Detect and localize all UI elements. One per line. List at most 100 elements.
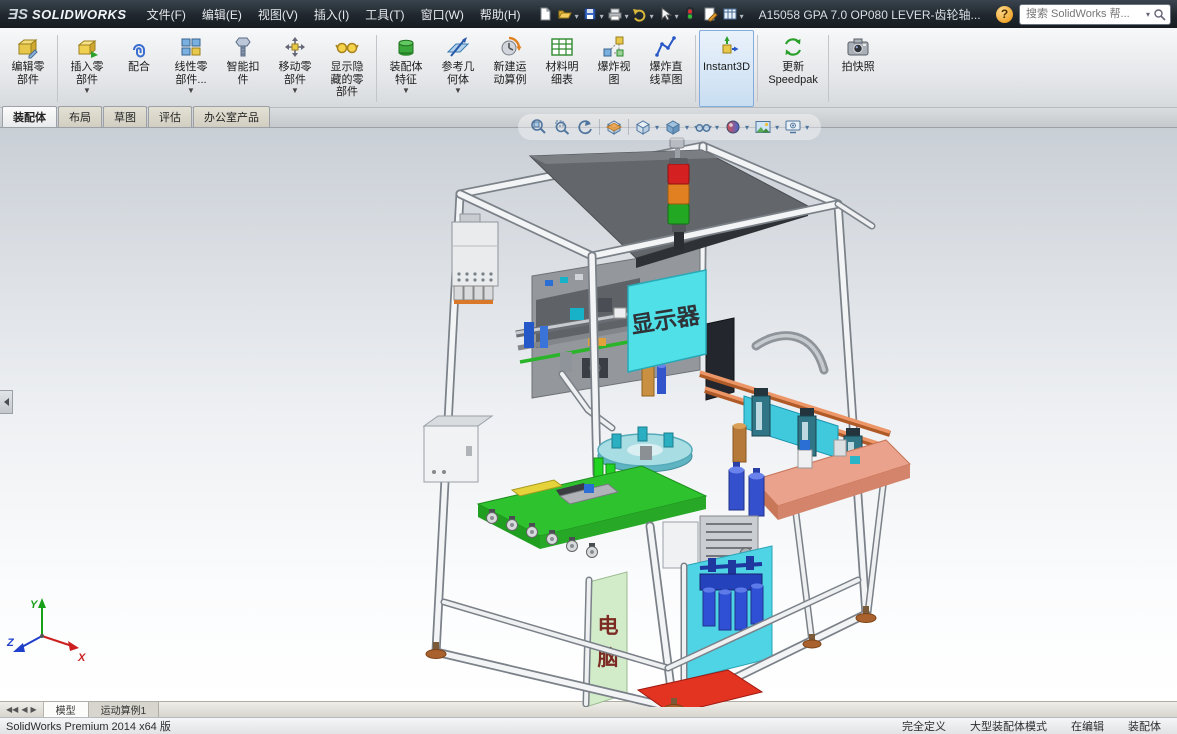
tab-evaluate[interactable]: 评估 [148, 106, 192, 127]
tab-office-products[interactable]: 办公室产品 [193, 106, 270, 127]
control-box[interactable] [422, 415, 494, 483]
take-snapshot-button[interactable]: 拍快照 [832, 30, 884, 107]
new-document-icon[interactable] [535, 5, 555, 23]
button-label: 配合 [128, 61, 150, 73]
tab-layout[interactable]: 布局 [58, 106, 102, 127]
reference-geometry-icon [446, 33, 470, 61]
section-view-icon[interactable] [605, 118, 623, 136]
edit-component-button[interactable]: 编辑零部件 [2, 30, 54, 107]
apply-scene-icon[interactable] [754, 118, 772, 136]
open-icon[interactable] [555, 5, 575, 23]
view-orientation-icon[interactable] [634, 118, 652, 136]
new-motion-study-button[interactable]: 新建运动算例 [484, 30, 536, 107]
update-speedpak-button[interactable]: 更新Speedpak [761, 30, 825, 107]
coordinate-triad: Y X Z [6, 594, 92, 669]
instant3d-button[interactable]: Instant3D [699, 30, 755, 107]
menu-help[interactable]: 帮助(H) [472, 2, 529, 27]
tab-sketch[interactable]: 草图 [103, 106, 147, 127]
menu-insert[interactable]: 插入(I) [306, 2, 357, 27]
tab-assembly[interactable]: 装配体 [2, 106, 57, 127]
dropdown-caret-icon[interactable]: ▾ [575, 12, 579, 21]
dropdown-caret-icon[interactable]: ▾ [715, 123, 719, 132]
dropdown-caret-icon[interactable]: ▾ [655, 123, 659, 132]
pump-assembly[interactable] [699, 556, 764, 631]
toolbar-separator [628, 119, 629, 135]
dropdown-caret-icon[interactable]: ▾ [650, 12, 654, 21]
reference-geometry-button[interactable]: 参考几何体 ▼ [432, 30, 484, 107]
toolbar-separator [599, 119, 600, 135]
bill-of-materials-icon [550, 33, 574, 61]
status-right: 完全定义 大型装配体模式 在编辑 装配体 [902, 718, 1171, 734]
graphics-area[interactable]: 显示器 电 脑 ▾ ▾ ▾ ▾ ▾ ▾ Y X Z [0, 114, 1177, 707]
status-version: SolidWorks Premium 2014 x64 版 [6, 721, 171, 733]
title-bar: ƎS SOLIDWORKS 文件(F) 编辑(E) 视图(V) 插入(I) 工具… [0, 0, 1177, 28]
hide-show-items-icon[interactable] [694, 118, 712, 136]
previous-view-icon[interactable] [576, 118, 594, 136]
view-settings-icon[interactable] [784, 118, 802, 136]
menu-window[interactable]: 窗口(W) [413, 2, 472, 27]
search-icon[interactable] [1153, 8, 1166, 21]
dropdown-caret-icon[interactable]: ▾ [775, 123, 779, 132]
search-input[interactable] [1024, 7, 1143, 21]
triad-y-label: Y [30, 599, 39, 611]
show-hidden-components-icon [335, 33, 359, 61]
monitor-panel[interactable]: 显示器 [627, 269, 707, 373]
undo-icon[interactable] [630, 5, 650, 23]
assembly-features-button[interactable]: 装配体特征 ▼ [380, 30, 432, 107]
dropdown-caret-icon[interactable]: ▾ [625, 12, 629, 21]
dropdown-caret-icon[interactable]: ▾ [745, 123, 749, 132]
explode-line-sketch-button[interactable]: 爆炸直线草图 [640, 30, 692, 107]
edit-appearance-icon[interactable] [724, 118, 742, 136]
display-settings-icon[interactable] [720, 5, 740, 23]
zoom-to-area-icon[interactable] [553, 118, 571, 136]
print-icon[interactable] [605, 5, 625, 23]
dropdown-caret-icon: ▼ [291, 86, 299, 96]
smart-fasteners-button[interactable]: 智能扣件 [217, 30, 269, 107]
button-label: 爆炸直线草图 [649, 61, 683, 86]
dropdown-caret-icon[interactable]: ▾ [685, 123, 689, 132]
rebuild-icon[interactable] [680, 5, 700, 23]
dropdown-caret-icon[interactable]: ▾ [805, 123, 809, 132]
mate-button[interactable]: 配合 [113, 30, 165, 107]
button-label: 新建运动算例 [493, 61, 527, 86]
insert-component-button[interactable]: 插入零部件 ▼ [61, 30, 113, 107]
ribbon-separator [376, 35, 377, 102]
status-large-assembly-mode: 大型装配体模式 [970, 721, 1047, 733]
smart-fasteners-icon [231, 33, 255, 61]
linear-component-pattern-button[interactable]: 线性零部件... ▼ [165, 30, 217, 107]
display-style-icon[interactable] [664, 118, 682, 136]
zoom-to-fit-icon[interactable] [530, 118, 548, 136]
button-label: 拍快照 [841, 61, 875, 73]
menu-tools[interactable]: 工具(T) [357, 2, 412, 27]
dropdown-caret-icon: ▼ [454, 86, 462, 96]
dropdown-caret-icon[interactable]: ▾ [600, 12, 604, 21]
save-icon[interactable] [580, 5, 600, 23]
show-hidden-components-button[interactable]: 显示隐藏的零部件 [321, 30, 373, 107]
button-label: 参考几何体 [441, 61, 475, 86]
side-table[interactable] [753, 439, 911, 646]
menu-edit[interactable]: 编辑(E) [194, 2, 250, 27]
electrical-box[interactable] [451, 213, 499, 304]
explode-line-sketch-icon [654, 33, 678, 61]
button-label: 材料明细表 [545, 61, 579, 86]
dropdown-caret-icon[interactable]: ▾ [740, 12, 744, 21]
ribbon-separator [828, 35, 830, 102]
file-properties-icon[interactable] [700, 5, 720, 23]
search-box[interactable]: ▾ [1019, 3, 1171, 25]
search-dropdown-caret-icon[interactable]: ▾ [1146, 10, 1150, 19]
bill-of-materials-button[interactable]: 材料明细表 [536, 30, 588, 107]
menu-file[interactable]: 文件(F) [139, 2, 194, 27]
select-icon[interactable] [655, 5, 675, 23]
mate-icon [127, 33, 151, 61]
help-icon[interactable]: ? [996, 5, 1013, 23]
move-component-button[interactable]: 移动零部件 ▼ [269, 30, 321, 107]
exploded-view-button[interactable]: 爆炸视图 [588, 30, 640, 107]
side-panel-dark[interactable] [705, 317, 735, 401]
feed-cylinders[interactable] [728, 462, 765, 517]
dropdown-caret-icon[interactable]: ▾ [675, 12, 679, 21]
model-canvas[interactable]: 显示器 电 脑 [0, 128, 1177, 707]
quick-toolbar: ▾ ▾ ▾ ▾ ▾ ▾ [535, 5, 745, 23]
panel-flyout-button[interactable] [0, 390, 13, 414]
menu-view[interactable]: 视图(V) [250, 2, 306, 27]
button-label: 更新Speedpak [768, 61, 818, 86]
